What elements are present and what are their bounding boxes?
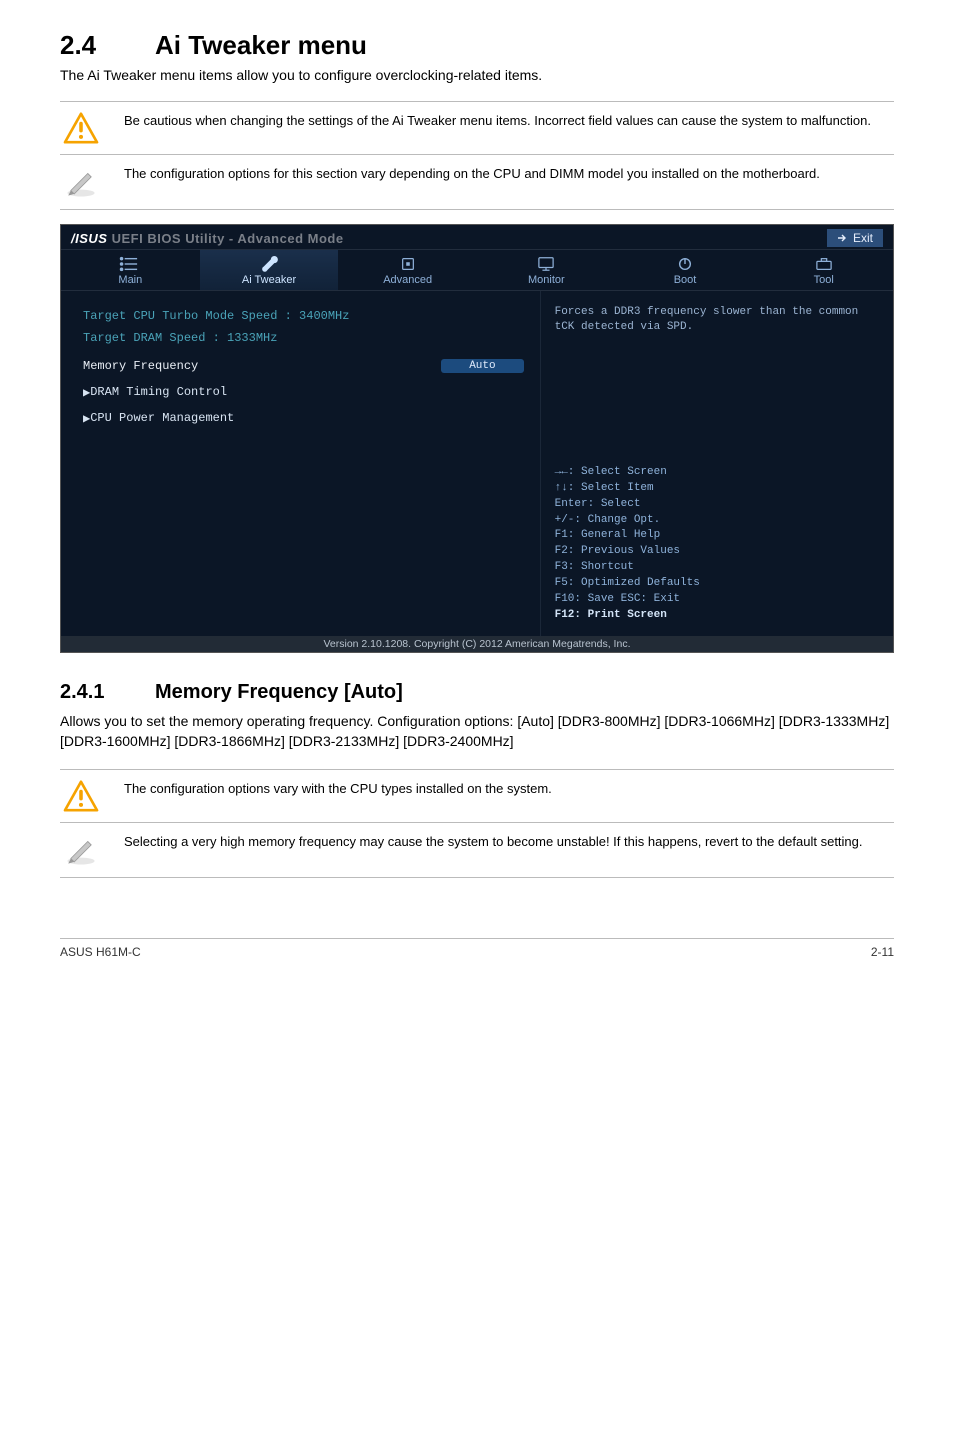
- pencil-icon: [60, 833, 102, 867]
- bios-left-panel: Target CPU Turbo Mode Speed : 3400MHz Ta…: [61, 291, 540, 636]
- warning-text: The configuration options vary with the …: [124, 780, 552, 798]
- tab-label: Tool: [814, 274, 834, 286]
- side-help-text: Forces a DDR3 frequency slower than the …: [555, 305, 881, 335]
- row-memory-frequency[interactable]: Memory Frequency Auto: [83, 355, 524, 377]
- section-number: 2.4: [60, 30, 155, 61]
- warning-text: Be cautious when changing the settings o…: [124, 112, 871, 130]
- bios-title-text: UEFI BIOS Utility - Advanced Mode: [112, 231, 344, 246]
- help-key: F2: Previous Values: [555, 544, 881, 560]
- tab-main[interactable]: Main: [61, 250, 200, 290]
- footer-right: 2-11: [871, 945, 894, 959]
- section-heading: 2.4Ai Tweaker menu: [60, 30, 894, 61]
- section-lead: The Ai Tweaker menu items allow you to c…: [60, 67, 894, 83]
- chip-icon: [397, 256, 419, 272]
- row-cpu-power[interactable]: ▶ CPU Power Management: [83, 407, 524, 429]
- warning-icon: [60, 780, 102, 812]
- asus-brand: /ISUS: [71, 231, 107, 246]
- row-cpu-speed: Target CPU Turbo Mode Speed : 3400MHz: [83, 309, 524, 323]
- subsection-heading: 2.4.1Memory Frequency [Auto]: [60, 681, 894, 704]
- page-footer: ASUS H61M-C 2-11: [60, 938, 894, 959]
- list-icon: [119, 256, 141, 272]
- power-icon: [674, 256, 696, 272]
- note-box: Selecting a very high memory frequency m…: [60, 823, 894, 878]
- help-key: F1: General Help: [555, 528, 881, 544]
- bios-screenshot: /ISUS UEFI BIOS Utility - Advanced Mode …: [60, 224, 894, 653]
- toolbox-icon: [813, 256, 835, 272]
- pencil-icon: [60, 165, 102, 199]
- help-key: F5: Optimized Defaults: [555, 576, 881, 592]
- help-key: ↑↓: Select Item: [555, 481, 881, 497]
- warning-box: The configuration options vary with the …: [60, 769, 894, 823]
- memfreq-value[interactable]: Auto: [441, 359, 523, 373]
- bios-right-panel: Forces a DDR3 frequency slower than the …: [540, 291, 893, 636]
- tab-label: Main: [118, 274, 142, 286]
- tab-label: Monitor: [528, 274, 565, 286]
- help-key: →←: Select Screen: [555, 465, 881, 481]
- monitor-icon: [535, 256, 557, 272]
- wrench-icon: [258, 256, 280, 272]
- help-key: +/-: Change Opt.: [555, 513, 881, 529]
- memfreq-label: Memory Frequency: [83, 359, 441, 373]
- help-key: F10: Save ESC: Exit: [555, 592, 881, 608]
- bios-tabs: Main Ai Tweaker Advanced Monitor Boot To…: [61, 249, 893, 291]
- tab-label: Ai Tweaker: [242, 274, 296, 286]
- subsection-number: 2.4.1: [60, 681, 155, 704]
- note-text: Selecting a very high memory frequency m…: [124, 833, 863, 851]
- help-key: F3: Shortcut: [555, 560, 881, 576]
- tab-label: Boot: [674, 274, 697, 286]
- row-dram-speed: Target DRAM Speed : 1333MHz: [83, 331, 524, 345]
- tab-label: Advanced: [383, 274, 432, 286]
- bios-titlebar: /ISUS UEFI BIOS Utility - Advanced Mode …: [61, 225, 893, 249]
- row-dram-timing[interactable]: ▶ DRAM Timing Control: [83, 381, 524, 403]
- subsection-title: Memory Frequency [Auto]: [155, 681, 403, 703]
- note-text: The configuration options for this secti…: [124, 165, 820, 183]
- help-key-highlight: F12: Print Screen: [555, 608, 881, 624]
- tab-monitor[interactable]: Monitor: [477, 250, 616, 290]
- tab-advanced[interactable]: Advanced: [338, 250, 477, 290]
- exit-button[interactable]: Exit: [827, 229, 883, 247]
- subsection-body: Allows you to set the memory operating f…: [60, 712, 894, 751]
- help-keys: →←: Select Screen ↑↓: Select Item Enter:…: [555, 465, 881, 624]
- tab-ai-tweaker[interactable]: Ai Tweaker: [200, 250, 339, 290]
- note-box: The configuration options for this secti…: [60, 155, 894, 210]
- exit-label: Exit: [853, 231, 873, 245]
- bios-footer: Version 2.10.1208. Copyright (C) 2012 Am…: [61, 636, 893, 652]
- help-key: Enter: Select: [555, 497, 881, 513]
- exit-icon: [837, 233, 847, 243]
- tab-tool[interactable]: Tool: [754, 250, 893, 290]
- warning-box: Be cautious when changing the settings o…: [60, 101, 894, 155]
- tab-boot[interactable]: Boot: [616, 250, 755, 290]
- section-title: Ai Tweaker menu: [155, 30, 367, 60]
- warning-icon: [60, 112, 102, 144]
- footer-left: ASUS H61M-C: [60, 945, 141, 959]
